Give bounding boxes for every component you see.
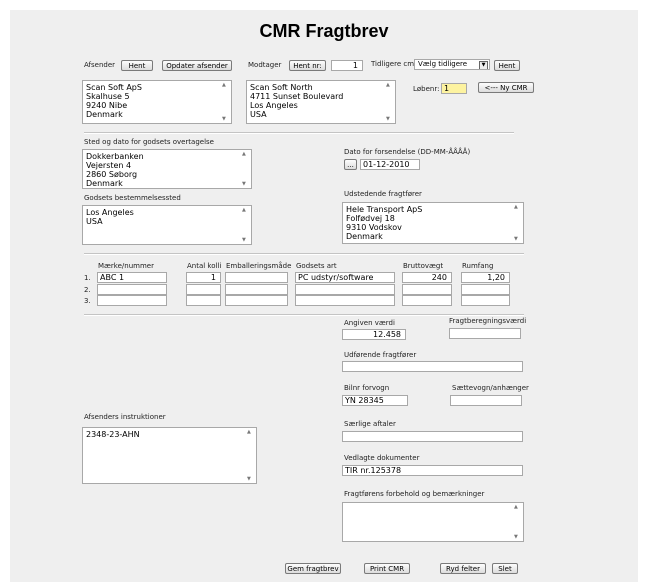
scroll-up-icon: ▲ <box>514 504 518 510</box>
scroll-up-icon: ▲ <box>386 82 390 88</box>
scroll-up-icon: ▲ <box>222 82 226 88</box>
scrollbar[interactable]: ▲ ▼ <box>513 203 523 243</box>
previous-cmr-select-value: Vælg tidligere <box>418 60 468 68</box>
scroll-up-icon: ▲ <box>247 429 251 435</box>
nature-input[interactable] <box>295 284 395 295</box>
scroll-down-icon: ▼ <box>242 181 246 187</box>
nature-input[interactable]: PC udstyr/software <box>295 272 395 283</box>
delete-button[interactable]: Slet <box>492 563 518 574</box>
packing-input[interactable] <box>225 284 288 295</box>
scrollbar[interactable]: ▲ ▼ <box>241 206 251 244</box>
scrollbar[interactable]: ▲ ▼ <box>221 81 231 123</box>
packages-input[interactable] <box>186 295 221 306</box>
declared-value-input[interactable]: 12.458 <box>342 329 406 340</box>
header-packing: Emballeringsmåde <box>226 262 292 270</box>
volume-input[interactable]: 1,20 <box>461 272 510 283</box>
carrier-remarks-textarea[interactable]: ▲ ▼ <box>342 502 524 542</box>
receiver-label: Modtager <box>248 61 282 69</box>
sender-fetch-button[interactable]: Hent <box>121 60 153 71</box>
pickup-textarea[interactable]: Dokkerbanken Vejersten 4 2860 Søborg Den… <box>82 149 252 189</box>
freight-value-label: Fragtberegningsværdi <box>449 317 527 325</box>
header-nature: Godsets art <box>296 262 337 270</box>
special-agreements-label: Særlige aftaler <box>344 420 396 428</box>
scroll-down-icon: ▼ <box>247 476 251 482</box>
print-cmr-button[interactable]: Print CMR <box>364 563 410 574</box>
issuing-carrier-label: Udstedende fragtfører <box>344 190 422 198</box>
trailer-label: Sættevogn/anhænger <box>452 384 529 392</box>
special-agreements-input[interactable] <box>342 431 523 442</box>
sender-address-textarea[interactable]: Scan Soft ApS Skalhuse 5 9240 Nibe Denma… <box>82 80 232 124</box>
previous-cmr-label: Tidligere cmr <box>371 60 417 68</box>
marks-input[interactable] <box>97 284 167 295</box>
performing-carrier-input[interactable] <box>342 361 523 372</box>
page-title: CMR Fragtbrev <box>259 21 389 41</box>
ship-date-input[interactable]: 01-12-2010 <box>360 159 420 170</box>
destination-label: Godsets bestemmelsessted <box>84 194 181 202</box>
sender-instructions-textarea[interactable]: 2348-23-AHN ▲ ▼ <box>82 427 257 484</box>
trailer-input[interactable] <box>450 395 522 406</box>
divider <box>84 253 524 255</box>
ship-date-label: Dato for forsendelse (DD-MM-ÅÅÅÅ) <box>344 148 471 156</box>
attached-documents-input[interactable]: TIR nr.125378 <box>342 465 523 476</box>
freight-value-input[interactable] <box>449 328 521 339</box>
sender-label: Afsender <box>84 61 116 69</box>
scrollbar[interactable]: ▲ ▼ <box>241 150 251 188</box>
nature-input[interactable] <box>295 295 395 306</box>
receiver-address-textarea[interactable]: Scan Soft North 4711 Sunset Boulevard Lo… <box>246 80 396 124</box>
fetch-nr-button[interactable]: Hent nr: <box>289 60 326 71</box>
row-number: 2. <box>84 286 91 294</box>
header-marks: Mærke/nummer <box>98 262 154 270</box>
volume-input[interactable] <box>461 295 510 306</box>
issuing-carrier-textarea[interactable]: Hele Transport ApS Folfødvej 18 9310 Vod… <box>342 202 524 244</box>
scroll-up-icon: ▲ <box>242 207 246 213</box>
scroll-down-icon: ▼ <box>514 236 518 242</box>
destination-textarea[interactable]: Los Angeles USA ▲ ▼ <box>82 205 252 245</box>
scroll-down-icon: ▼ <box>514 534 518 540</box>
receiver-nr-input[interactable]: 1 <box>331 60 363 71</box>
packing-input[interactable] <box>225 272 288 283</box>
packages-input[interactable] <box>186 284 221 295</box>
divider <box>84 132 514 134</box>
packing-input[interactable] <box>225 295 288 306</box>
scrollbar[interactable]: ▲ ▼ <box>246 428 256 483</box>
date-picker-button[interactable]: ... <box>344 159 357 170</box>
declared-value-label: Angiven værdi <box>344 319 395 327</box>
gross-weight-input[interactable] <box>402 295 452 306</box>
previous-cmr-fetch-button[interactable]: Hent <box>494 60 520 71</box>
new-cmr-button[interactable]: <--- Ny CMR <box>478 82 534 93</box>
packages-input[interactable]: 1 <box>186 272 221 283</box>
vehicle-label: Bilnr forvogn <box>344 384 390 392</box>
sender-instructions-label: Afsenders instruktioner <box>84 413 166 421</box>
scroll-up-icon: ▲ <box>514 204 518 210</box>
previous-cmr-select[interactable]: Vælg tidligere ▼ <box>414 59 490 70</box>
pickup-label: Sted og dato for godsets overtagelse <box>84 138 214 146</box>
serial-input[interactable]: 1 <box>441 83 467 94</box>
marks-input[interactable]: ABC 1 <box>97 272 167 283</box>
vehicle-input[interactable]: YN 28345 <box>342 395 408 406</box>
row-number: 1. <box>84 274 91 282</box>
update-sender-button[interactable]: Opdater afsender <box>162 60 232 71</box>
gross-weight-input[interactable] <box>402 284 452 295</box>
header-gross-weight: Bruttovægt <box>403 262 444 270</box>
scroll-down-icon: ▼ <box>222 116 226 122</box>
header-packages: Antal kolli <box>187 262 222 270</box>
divider <box>84 314 524 316</box>
scroll-up-icon: ▲ <box>242 151 246 157</box>
performing-carrier-label: Udførende fragtfører <box>344 351 417 359</box>
header-volume: Rumfang <box>462 262 494 270</box>
serial-label: Løbenr: <box>413 85 440 93</box>
row-number: 3. <box>84 297 91 305</box>
gross-weight-input[interactable]: 240 <box>402 272 452 283</box>
scroll-down-icon: ▼ <box>386 116 390 122</box>
save-cmr-button[interactable]: Gem fragtbrev <box>285 563 341 574</box>
scroll-down-icon: ▼ <box>242 237 246 243</box>
marks-input[interactable] <box>97 295 167 306</box>
clear-fields-button[interactable]: Ryd felter <box>440 563 486 574</box>
chevron-down-icon: ▼ <box>479 61 488 69</box>
scrollbar[interactable]: ▲ ▼ <box>513 503 523 541</box>
carrier-remarks-label: Fragtførens forbehold og bemærkninger <box>344 490 485 498</box>
volume-input[interactable] <box>461 284 510 295</box>
attached-documents-label: Vedlagte dokumenter <box>344 454 420 462</box>
scrollbar[interactable]: ▲ ▼ <box>385 81 395 123</box>
